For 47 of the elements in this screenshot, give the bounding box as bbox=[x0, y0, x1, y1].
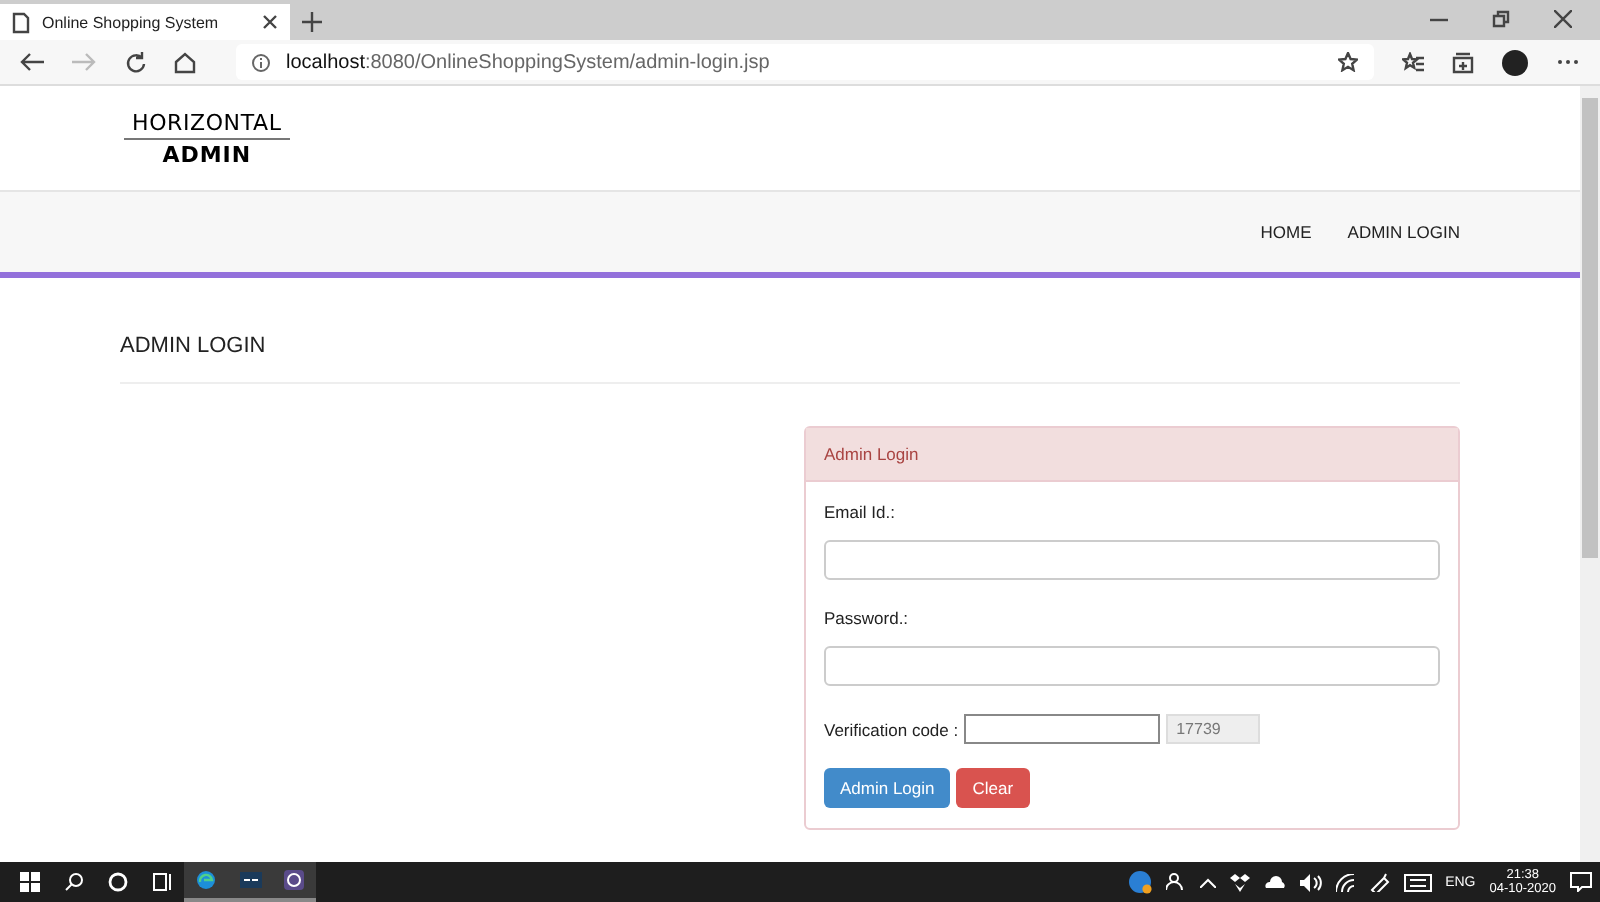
app-icon[interactable] bbox=[284, 870, 304, 890]
notifications-icon[interactable] bbox=[1570, 872, 1592, 892]
logo[interactable]: HORIZONTAL ADMIN bbox=[124, 109, 290, 167]
people-icon[interactable] bbox=[1165, 872, 1186, 892]
collections-icon[interactable] bbox=[1452, 51, 1474, 73]
home-icon[interactable] bbox=[174, 51, 196, 73]
back-icon[interactable] bbox=[20, 52, 44, 72]
page-icon bbox=[12, 11, 30, 33]
help-icon[interactable] bbox=[1127, 870, 1152, 894]
task-view-icon[interactable] bbox=[151, 872, 173, 892]
panel-title: Admin Login bbox=[806, 428, 1458, 482]
more-icon[interactable] bbox=[1556, 58, 1580, 66]
pen-icon[interactable] bbox=[1369, 872, 1390, 892]
search-icon[interactable] bbox=[64, 872, 84, 892]
terminal-icon[interactable] bbox=[239, 872, 261, 888]
browser-tab[interactable]: Online Shopping System bbox=[0, 4, 290, 40]
favorites-icon[interactable] bbox=[1402, 52, 1424, 72]
cloud-icon[interactable] bbox=[1263, 876, 1286, 888]
verification-field[interactable] bbox=[964, 714, 1161, 744]
address-bar[interactable]: localhost:8080/OnlineShoppingSystem/admin-login.jsp bbox=[236, 44, 1374, 80]
field-label: Password.: bbox=[824, 608, 911, 628]
wifi-icon[interactable] bbox=[1335, 873, 1356, 891]
info-icon bbox=[252, 53, 270, 71]
new-tab-icon[interactable] bbox=[302, 12, 322, 32]
page-heading: ADMIN LOGIN bbox=[120, 334, 1460, 384]
refresh-icon[interactable] bbox=[124, 51, 146, 73]
login-button[interactable]: Admin Login bbox=[824, 768, 951, 808]
field-label: Email Id.: bbox=[824, 502, 897, 522]
profile-avatar[interactable] bbox=[1502, 49, 1528, 75]
url-text: localhost:8080/OnlineShoppingSystem/admin-login.jsp bbox=[286, 51, 770, 73]
close-icon[interactable] bbox=[1554, 10, 1572, 28]
nav-link[interactable]: ADMIN LOGIN bbox=[1347, 222, 1460, 242]
volume-icon[interactable] bbox=[1299, 873, 1322, 891]
star-icon[interactable] bbox=[1338, 52, 1358, 72]
nav-link[interactable]: HOME bbox=[1260, 222, 1312, 242]
close-icon[interactable] bbox=[262, 14, 278, 30]
captcha-code: 17739 bbox=[1166, 714, 1261, 744]
clear-button[interactable]: Clear bbox=[956, 768, 1030, 808]
chevron-up-icon[interactable] bbox=[1199, 877, 1216, 887]
restore-icon[interactable] bbox=[1492, 10, 1510, 28]
browser-icon[interactable] bbox=[196, 870, 216, 890]
input-field[interactable] bbox=[824, 646, 1440, 686]
field-label: Verification code : bbox=[824, 719, 959, 739]
keyboard-icon[interactable] bbox=[1403, 873, 1432, 891]
windows-icon[interactable] bbox=[20, 872, 40, 892]
input-field[interactable] bbox=[824, 540, 1440, 580]
scrollbar-thumb[interactable] bbox=[1582, 98, 1598, 558]
